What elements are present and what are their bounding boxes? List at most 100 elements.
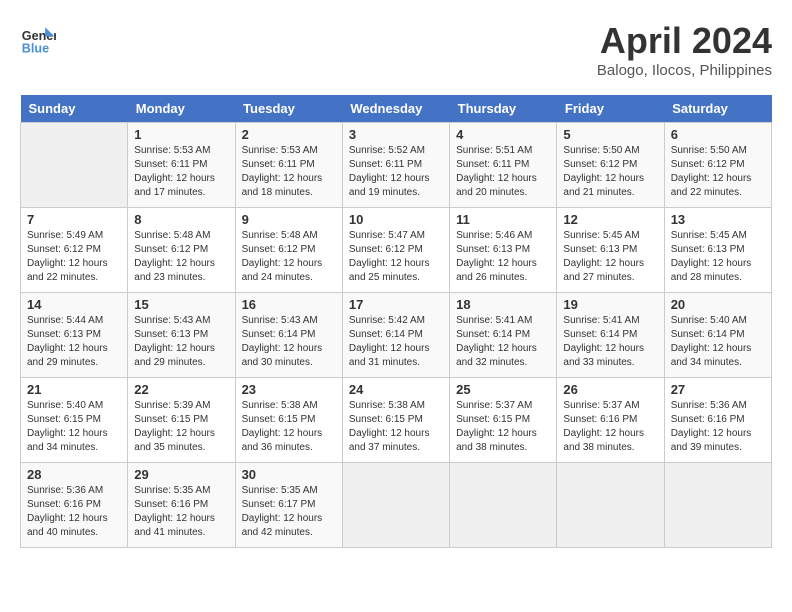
calendar-cell: 29 Sunrise: 5:35 AMSunset: 6:16 PMDayligh…: [128, 463, 235, 548]
day-number: 26: [563, 382, 657, 397]
calendar-cell: 20Sunrise: 5:40 AMSunset: 6:14 PMDayligh…: [664, 293, 771, 378]
day-of-week-header: Saturday: [664, 95, 771, 123]
calendar-cell: 17 Sunrise: 5:42 AMSunset: 6:14 PMDayligh…: [342, 293, 449, 378]
day-number: 19: [563, 297, 657, 312]
calendar-cell: 28Sunrise: 5:36 AMSunset: 6:16 PMDayligh…: [21, 463, 128, 548]
calendar-cell: 26 Sunrise: 5:37 AMSunset: 6:16 PMDayligh…: [557, 378, 664, 463]
day-number: 5: [563, 127, 657, 142]
calendar-cell: 12 Sunrise: 5:45 AMSunset: 6:13 PMDayligh…: [557, 208, 664, 293]
logo-icon: General Blue: [20, 20, 56, 56]
day-number: 20: [671, 297, 765, 312]
calendar-cell: 25Sunrise: 5:37 AMSunset: 6:15 PMDayligh…: [450, 378, 557, 463]
day-number: 27: [671, 382, 765, 397]
day-of-week-header: Sunday: [21, 95, 128, 123]
day-number: 12: [563, 212, 657, 227]
calendar-cell: [342, 463, 449, 548]
day-info: Sunrise: 5:45 AMSunset: 6:13 PMDaylight:…: [563, 229, 657, 285]
day-number: 25: [456, 382, 550, 397]
day-number: 8: [134, 212, 228, 227]
day-number: 23: [242, 382, 336, 397]
day-info: Sunrise: 5:37 AMSunset: 6:16 PMDaylight:…: [563, 399, 657, 455]
calendar-cell: 4 Sunrise: 5:51 AMSunset: 6:11 PMDaylight…: [450, 123, 557, 208]
day-info: Sunrise: 5:35 AMSunset: 6:16 PMDaylight:…: [134, 484, 228, 540]
day-number: 21: [27, 382, 121, 397]
calendar-cell: 30 Sunrise: 5:35 AMSunset: 6:17 PMDayligh…: [235, 463, 342, 548]
calendar-cell: 24 Sunrise: 5:38 AMSunset: 6:15 PMDayligh…: [342, 378, 449, 463]
day-number: 30: [242, 467, 336, 482]
calendar-cell: 8 Sunrise: 5:48 AMSunset: 6:12 PMDaylight…: [128, 208, 235, 293]
day-info: Sunrise: 5:43 AMSunset: 6:13 PMDaylight:…: [134, 314, 228, 370]
calendar-cell: 19Sunrise: 5:41 AMSunset: 6:14 PMDayligh…: [557, 293, 664, 378]
day-info: Sunrise: 5:35 AMSunset: 6:17 PMDaylight:…: [242, 484, 336, 540]
calendar-week-row: 14 Sunrise: 5:44 AMSunset: 6:13 PMDayligh…: [21, 293, 772, 378]
day-of-week-header: Thursday: [450, 95, 557, 123]
day-of-week-header: Tuesday: [235, 95, 342, 123]
day-info: Sunrise: 5:48 AMSunset: 6:12 PMDaylight:…: [134, 229, 228, 285]
day-of-week-header: Wednesday: [342, 95, 449, 123]
calendar-cell: 14 Sunrise: 5:44 AMSunset: 6:13 PMDayligh…: [21, 293, 128, 378]
logo: General Blue: [20, 20, 60, 56]
page-header: General Blue April 2024 Balogo, Ilocos, …: [20, 20, 772, 79]
calendar-cell: 18 Sunrise: 5:41 AMSunset: 6:14 PMDayligh…: [450, 293, 557, 378]
calendar-cell: 2Sunrise: 5:53 AMSunset: 6:11 PMDaylight…: [235, 123, 342, 208]
month-title: April 2024: [597, 20, 772, 62]
calendar-cell: 3 Sunrise: 5:52 AMSunset: 6:11 PMDaylight…: [342, 123, 449, 208]
location: Balogo, Ilocos, Philippines: [597, 62, 772, 79]
day-info: Sunrise: 5:42 AMSunset: 6:14 PMDaylight:…: [349, 314, 443, 370]
day-number: 1: [134, 127, 228, 142]
day-number: 14: [27, 297, 121, 312]
day-info: Sunrise: 5:41 AMSunset: 6:14 PMDaylight:…: [456, 314, 550, 370]
calendar-cell: 16 Sunrise: 5:43 AMSunset: 6:14 PMDayligh…: [235, 293, 342, 378]
calendar-week-row: 7 Sunrise: 5:49 AMSunset: 6:12 PMDaylight…: [21, 208, 772, 293]
day-number: 6: [671, 127, 765, 142]
day-info: Sunrise: 5:40 AMSunset: 6:15 PMDaylight:…: [27, 399, 121, 455]
day-number: 16: [242, 297, 336, 312]
calendar-cell: 13Sunrise: 5:45 AMSunset: 6:13 PMDayligh…: [664, 208, 771, 293]
calendar-cell: 27 Sunrise: 5:36 AMSunset: 6:16 PMDayligh…: [664, 378, 771, 463]
day-info: Sunrise: 5:36 AMSunset: 6:16 PMDaylight:…: [671, 399, 765, 455]
day-number: 15: [134, 297, 228, 312]
calendar-cell: 7 Sunrise: 5:49 AMSunset: 6:12 PMDaylight…: [21, 208, 128, 293]
day-info: Sunrise: 5:47 AMSunset: 6:12 PMDaylight:…: [349, 229, 443, 285]
day-number: 22: [134, 382, 228, 397]
day-number: 3: [349, 127, 443, 142]
calendar-cell: 6Sunrise: 5:50 AMSunset: 6:12 PMDaylight…: [664, 123, 771, 208]
day-number: 7: [27, 212, 121, 227]
day-number: 24: [349, 382, 443, 397]
day-info: Sunrise: 5:38 AMSunset: 6:15 PMDaylight:…: [242, 399, 336, 455]
day-info: Sunrise: 5:51 AMSunset: 6:11 PMDaylight:…: [456, 144, 550, 200]
day-number: 4: [456, 127, 550, 142]
calendar-cell: 11Sunrise: 5:46 AMSunset: 6:13 PMDayligh…: [450, 208, 557, 293]
calendar-cell: 5 Sunrise: 5:50 AMSunset: 6:12 PMDaylight…: [557, 123, 664, 208]
day-info: Sunrise: 5:50 AMSunset: 6:12 PMDaylight:…: [563, 144, 657, 200]
day-info: Sunrise: 5:38 AMSunset: 6:15 PMDaylight:…: [349, 399, 443, 455]
day-number: 29: [134, 467, 228, 482]
day-info: Sunrise: 5:44 AMSunset: 6:13 PMDaylight:…: [27, 314, 121, 370]
day-number: 9: [242, 212, 336, 227]
day-info: Sunrise: 5:39 AMSunset: 6:15 PMDaylight:…: [134, 399, 228, 455]
day-number: 10: [349, 212, 443, 227]
calendar-cell: 10 Sunrise: 5:47 AMSunset: 6:12 PMDayligh…: [342, 208, 449, 293]
day-number: 18: [456, 297, 550, 312]
day-info: Sunrise: 5:52 AMSunset: 6:11 PMDaylight:…: [349, 144, 443, 200]
day-info: Sunrise: 5:43 AMSunset: 6:14 PMDaylight:…: [242, 314, 336, 370]
calendar-week-row: 21 Sunrise: 5:40 AMSunset: 6:15 PMDayligh…: [21, 378, 772, 463]
day-number: 28: [27, 467, 121, 482]
day-number: 17: [349, 297, 443, 312]
svg-text:Blue: Blue: [22, 41, 49, 55]
calendar-week-row: 1Sunrise: 5:53 AMSunset: 6:11 PMDaylight…: [21, 123, 772, 208]
calendar-cell: [557, 463, 664, 548]
calendar-cell: 23 Sunrise: 5:38 AMSunset: 6:15 PMDayligh…: [235, 378, 342, 463]
calendar-cell: 22 Sunrise: 5:39 AMSunset: 6:15 PMDayligh…: [128, 378, 235, 463]
calendar-header-row: SundayMondayTuesdayWednesdayThursdayFrid…: [21, 95, 772, 123]
calendar-cell: [664, 463, 771, 548]
day-info: Sunrise: 5:49 AMSunset: 6:12 PMDaylight:…: [27, 229, 121, 285]
day-number: 13: [671, 212, 765, 227]
calendar-cell: 1Sunrise: 5:53 AMSunset: 6:11 PMDaylight…: [128, 123, 235, 208]
calendar-cell: [450, 463, 557, 548]
day-info: Sunrise: 5:48 AMSunset: 6:12 PMDaylight:…: [242, 229, 336, 285]
calendar-week-row: 28Sunrise: 5:36 AMSunset: 6:16 PMDayligh…: [21, 463, 772, 548]
calendar-table: SundayMondayTuesdayWednesdayThursdayFrid…: [20, 95, 772, 548]
day-of-week-header: Friday: [557, 95, 664, 123]
calendar-cell: 21 Sunrise: 5:40 AMSunset: 6:15 PMDayligh…: [21, 378, 128, 463]
